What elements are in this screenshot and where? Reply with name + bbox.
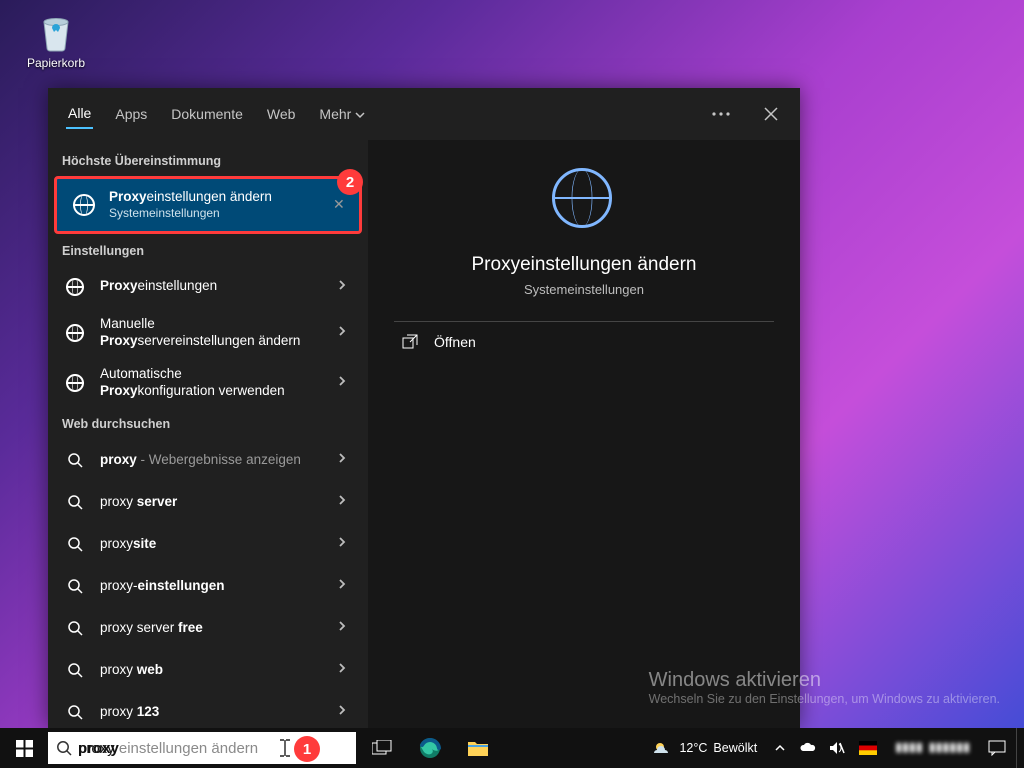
globe-icon [62,370,88,396]
taskbar-app-edge[interactable] [406,728,454,768]
globe-icon [71,192,97,218]
ellipsis-icon [712,112,730,116]
folder-icon [467,739,489,757]
options-button[interactable] [706,99,736,129]
search-panel: Alle Apps Dokumente Web Mehr Höchste Übe… [48,88,800,728]
cloud-icon [799,742,817,754]
web-result-item[interactable]: proxy-einstellungen [48,565,368,607]
web-result-item[interactable]: proxy - Webergebnisse anzeigen [48,439,368,481]
annotation-callout-1: 1 [294,736,320,762]
windows-icon [16,740,33,757]
chevron-right-icon [336,278,362,296]
remove-icon[interactable]: ✕ [333,196,353,213]
chevron-right-icon [336,661,362,679]
annotation-callout-2: 2 [337,169,363,195]
chevron-up-icon [775,743,785,753]
task-view-icon [372,740,392,756]
tray-language[interactable] [853,728,883,768]
start-button[interactable] [0,728,48,768]
section-settings: Einstellungen [48,234,368,266]
close-icon [764,107,778,121]
search-icon [62,447,88,473]
web-result-item[interactable]: proxy 123 [48,691,368,728]
chevron-right-icon [336,703,362,721]
search-icon [62,615,88,641]
chevron-right-icon [336,493,362,511]
tray-overflow[interactable] [769,728,791,768]
system-tray: 12°C Bewölkt ▮▮▮▮▮▮▮▮▮▮ [645,728,1024,768]
preview-open-action[interactable]: Öffnen [368,322,800,362]
globe-icon [62,320,88,346]
tab-apps[interactable]: Apps [113,100,149,128]
web-result-item[interactable]: proxy server free [48,607,368,649]
preview-pane: Proxyeinstellungen ändern Systemeinstell… [368,140,800,728]
best-match-item[interactable]: Proxyeinstellungen ändern Systemeinstell… [54,176,362,234]
recycle-bin-icon [34,10,78,54]
chevron-right-icon [336,374,362,392]
search-icon [62,531,88,557]
notification-icon [988,740,1006,756]
taskbar-app-explorer[interactable] [454,728,502,768]
activation-watermark: Windows aktivieren Wechseln Sie zu den E… [649,669,1000,706]
section-web: Web durchsuchen [48,407,368,439]
globe-icon [62,274,88,300]
chevron-right-icon [336,324,362,342]
preview-sub: Systemeinstellungen [524,282,644,297]
settings-result-item[interactable]: Proxyeinstellungen [48,266,368,308]
close-button[interactable] [756,99,786,129]
tab-all[interactable]: Alle [66,99,93,129]
chevron-down-icon [355,110,365,120]
text-cursor-icon [278,738,292,758]
chevron-right-icon [336,577,362,595]
chevron-right-icon [336,535,362,553]
preview-title: Proxyeinstellungen ändern [472,254,697,276]
show-desktop-button[interactable] [1016,728,1022,768]
action-center-button[interactable] [982,728,1012,768]
search-icon [62,573,88,599]
volume-icon [829,741,845,755]
weather-icon [653,740,673,756]
best-match-sub: Systemeinstellungen [109,206,321,221]
weather-widget[interactable]: 12°C Bewölkt [645,728,765,768]
language-icon [859,741,877,755]
tab-more[interactable]: Mehr [317,100,367,128]
search-icon [62,657,88,683]
tab-web[interactable]: Web [265,100,298,128]
search-icon [56,740,72,756]
task-view-button[interactable] [358,728,406,768]
best-match-title: Proxyeinstellungen ändern [109,189,321,206]
preview-globe-icon [552,168,616,232]
search-tabs: Alle Apps Dokumente Web Mehr [48,88,800,140]
search-icon [62,489,88,515]
settings-result-item[interactable]: AutomatischeProxykonfiguration verwenden [48,358,368,408]
tray-onedrive[interactable] [795,728,821,768]
desktop-icon-label: Papierkorb [18,56,94,70]
section-best-match: Höchste Übereinstimmung [48,144,368,176]
edge-icon [419,737,441,759]
taskbar: proxyeinstellungen ändern 1 12°C Bewölkt [0,728,1024,768]
web-result-item[interactable]: proxy web [48,649,368,691]
web-result-item[interactable]: proxysite [48,523,368,565]
tab-documents[interactable]: Dokumente [169,100,245,128]
desktop-icon-recyclebin[interactable]: Papierkorb [18,10,94,70]
settings-result-item[interactable]: ManuelleProxyservereinstellungen ändern [48,308,368,358]
open-icon [402,334,418,350]
taskbar-searchbox[interactable]: proxyeinstellungen ändern 1 [48,732,356,764]
chevron-right-icon [336,451,362,469]
chevron-right-icon [336,619,362,637]
search-icon [62,699,88,725]
tray-volume[interactable] [825,728,849,768]
tray-clock[interactable]: ▮▮▮▮▮▮▮▮▮▮ [887,728,978,768]
results-column: Höchste Übereinstimmung Proxyeinstellung… [48,140,368,728]
web-result-item[interactable]: proxy server [48,481,368,523]
